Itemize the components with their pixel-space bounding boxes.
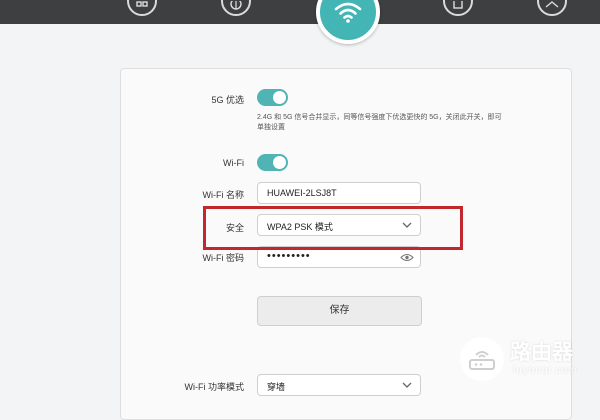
- settings-icon[interactable]: [537, 0, 567, 16]
- power-mode-select[interactable]: 穿墙: [257, 374, 421, 396]
- wifi-password-value: •••••••••: [267, 250, 311, 262]
- band-steering-toggle[interactable]: [257, 89, 288, 106]
- top-nav-bar: [0, 0, 600, 24]
- wifi-icon: [334, 2, 362, 23]
- wifi-name-value: HUAWEI-2LSJ8T: [267, 188, 337, 198]
- save-button[interactable]: 保存: [257, 296, 422, 326]
- eye-icon[interactable]: [400, 253, 414, 262]
- chevron-down-icon: [402, 382, 412, 388]
- wifi-password-label: Wi-Fi 密码: [202, 253, 245, 263]
- wifi-toggle[interactable]: [257, 154, 288, 171]
- wifi-label: Wi-Fi: [223, 158, 244, 168]
- wifi-name-input[interactable]: HUAWEI-2LSJ8T: [257, 182, 421, 204]
- watermark-brand: 路由器: [510, 340, 573, 364]
- watermark: 路由器 luyouqi.com: [460, 336, 592, 382]
- wifi-settings-tab[interactable]: [316, 0, 380, 44]
- band-steering-label: 5G 优选: [211, 95, 244, 105]
- globe-icon[interactable]: [221, 0, 251, 16]
- watermark-url: luyouqi.com: [513, 365, 578, 376]
- power-mode-label: Wi-Fi 功率模式: [184, 382, 245, 392]
- wifi-name-label: Wi-Fi 名称: [202, 190, 245, 200]
- power-mode-value: 穿墙: [267, 382, 286, 392]
- security-highlight-box: [203, 206, 463, 250]
- band-steering-hint: 2.4G 和 5G 信号合并显示，同等信号强度下优选更快的 5G，关闭此开关，即…: [257, 114, 502, 131]
- apps-icon[interactable]: [127, 0, 157, 16]
- router-icon: [460, 337, 504, 381]
- device-icon[interactable]: [443, 0, 473, 16]
